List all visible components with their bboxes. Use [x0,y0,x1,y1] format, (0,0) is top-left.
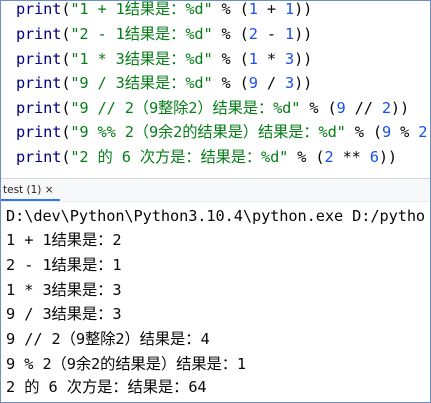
code-string: "1 + 1结果是：%d" [70,1,213,18]
console-output-line: 9 // 2（9整除2）结果是：4 [6,330,210,348]
code-paren: )) [294,25,313,43]
code-operator: % ( [212,25,249,43]
console-output-line: 2 - 1结果是：1 [6,256,122,274]
console-command: D:\dev\Python\Python3.10.4\python.exe D:… [6,207,426,225]
code-string: "2 - 1结果是：%d" [70,25,213,43]
code-function: print [16,50,62,68]
code-line[interactable]: print("9 // 2（9整除2）结果是：%d" % (9 // 2)) [16,97,409,119]
run-tab[interactable]: test (1) × [1,179,60,201]
code-string: "9 // 2（9整除2）结果是：%d" [70,99,301,117]
code-operator: / [257,74,285,92]
code-string: "2 的 6 次方是：结果是：%d" [70,148,289,166]
code-number: 1 [285,25,295,43]
code-number: 9 [248,74,258,92]
code-string: "1 * 3结果是：%d" [70,50,213,68]
code-paren: )) [294,1,313,18]
code-function: print [16,148,62,166]
code-operator: - [257,25,285,43]
code-line[interactable]: print("1 * 3结果是：%d" % (1 * 3)) [16,48,312,70]
code-editor[interactable]: print("1 + 1结果是：%d" % (1 + 1)) print("2 … [1,1,430,177]
code-paren: )) [427,123,430,141]
code-number: 2 [418,123,428,141]
code-number: 1 [248,1,258,18]
code-operator: + [257,1,285,18]
code-function: print [16,123,62,141]
code-number: 6 [369,148,379,166]
code-function: print [16,99,62,117]
code-line[interactable]: print("2 - 1结果是：%d" % (2 - 1)) [16,23,312,45]
code-operator: % ( [212,1,249,18]
console-output-line: 9 / 3结果是：3 [6,305,122,323]
code-string: "9 %% 2（9余2的结果是）结果是：%d" [70,123,346,141]
code-function: print [16,74,62,92]
console-output-line: 2 的 6 次方是：结果是：64 [6,378,207,396]
code-line[interactable]: print("9 %% 2（9余2的结果是）结果是：%d" % (9 % 2)) [16,121,430,143]
code-number: 3 [285,74,295,92]
code-string: "9 / 3结果是：%d" [70,74,213,92]
code-operator: % ( [212,50,249,68]
code-line[interactable]: print("9 / 3结果是：%d" % (9 / 3)) [16,72,312,94]
code-operator: % [391,123,419,141]
code-operator: // [345,99,382,117]
code-operator: * [257,50,285,68]
code-number: 9 [336,99,346,117]
code-paren: )) [390,99,410,117]
code-paren: )) [294,50,313,68]
run-tab-bar: test (1) × [1,178,430,202]
code-line[interactable]: print("2 的 6 次方是：结果是：%d" % (2 ** 6)) [16,146,397,168]
code-operator: % ( [300,99,337,117]
code-number: 2 [381,99,391,117]
code-function: print [16,1,62,18]
code-number: 2 [248,25,258,43]
code-paren: )) [378,148,397,166]
code-function: print [16,25,62,43]
console-output-line: 1 * 3结果是：3 [6,281,122,299]
code-number: 1 [248,50,258,68]
console-output-line: 1 + 1结果是：2 [6,231,122,249]
code-number: 1 [285,1,295,18]
code-operator: % ( [288,148,325,166]
code-operator: % ( [345,123,382,141]
code-operator: ** [333,148,370,166]
console-output-line: 9 % 2（9余2的结果是）结果是：1 [6,355,247,373]
code-number: 3 [285,50,295,68]
code-operator: % ( [212,74,249,92]
code-number: 9 [381,123,392,141]
code-paren: )) [294,74,313,92]
code-number: 2 [324,148,334,166]
code-line[interactable]: print("1 + 1结果是：%d" % (1 + 1)) [16,1,312,20]
run-panel: test (1) × D:\dev\Python\Python3.10.4\py… [1,178,430,401]
